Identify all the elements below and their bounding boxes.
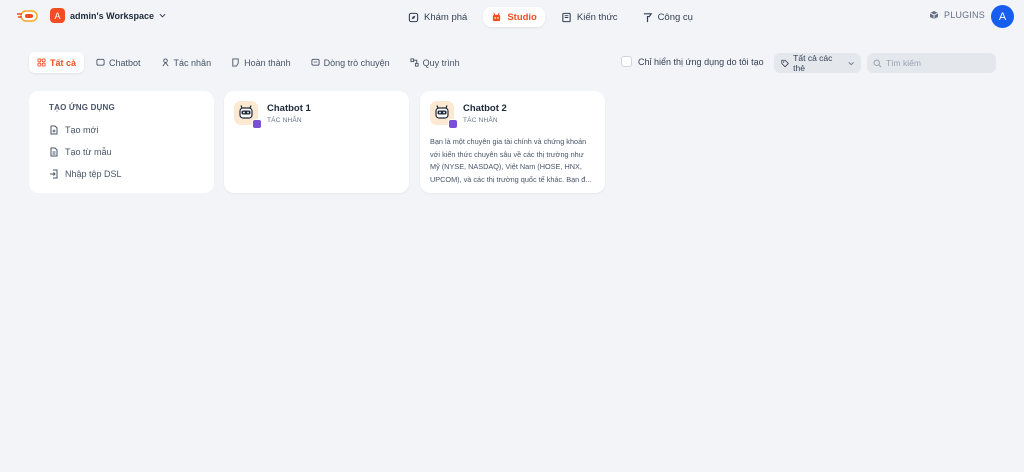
tag-filter-dropdown[interactable]: Tất cả các thẻ [774,53,861,73]
create-blank-button[interactable]: Tạo mới [49,119,194,141]
only-mine-filter[interactable]: Chỉ hiển thị ứng dụng do tôi tạo [621,56,764,67]
create-from-template-label: Tạo từ mẫu [65,147,112,157]
workspace-name: admin's Workspace [70,10,155,21]
tab-workflow-label: Quy trình [422,57,460,68]
main-nav: Khám phá Studio Kiến thức Công cụ [400,7,701,27]
nav-explore-label: Khám phá [424,11,468,23]
studio-icon [493,12,501,21]
top-header: A admin's Workspace Khám phá Studio Kiến… [0,0,1024,34]
nav-knowledge[interactable]: Kiến thức [553,7,626,27]
tab-chatbot-label: Chatbot [109,57,141,68]
only-mine-label: Chỉ hiển thị ứng dụng do tôi tạo [638,56,764,67]
chat-icon [96,58,105,66]
app-card-header: Chatbot 2 TÁC NHÂN [430,101,595,129]
cube-icon [929,11,939,19]
chevron-down-icon [159,13,166,18]
tab-chatflow[interactable]: Dòng trò chuyện [303,52,398,73]
tab-agent[interactable]: Tác nhân [153,52,220,73]
tag-filter-label: Tất cả các thẻ [793,53,833,73]
search-box[interactable] [867,53,996,73]
grid-icon [37,58,46,67]
app-card-header: Chatbot 1 TÁC NHÂN [234,101,399,129]
explore-icon [408,12,419,22]
search-icon [873,59,882,67]
app-description [234,136,399,199]
create-blank-label: Tạo mới [65,125,99,135]
nav-studio-label: Studio [507,11,537,23]
book-icon [562,12,571,22]
template-icon [50,147,58,157]
import-icon [50,169,58,179]
nav-tools[interactable]: Công cụ [634,7,701,27]
workflow-icon [410,58,419,67]
workspace-switcher[interactable]: A admin's Workspace [50,8,166,23]
create-from-template-button[interactable]: Tạo từ mẫu [49,141,194,163]
tools-icon [643,12,652,22]
nav-knowledge-label: Kiến thức [576,11,618,23]
tab-chatflow-label: Dòng trò chuyện [323,57,390,68]
agent-badge-icon [448,119,458,129]
app-logo-icon[interactable] [16,9,38,23]
agent-icon [161,58,169,67]
tab-all-label: Tất cả [50,57,77,68]
tab-agent-label: Tác nhân [173,57,212,68]
tab-completion[interactable]: Hoàn thành [223,52,299,73]
app-icon [430,101,458,129]
import-dsl-label: Nhập tệp DSL [65,169,122,179]
tab-chatbot[interactable]: Chatbot [88,52,149,73]
app-type: TÁC NHÂN [463,117,498,124]
nav-explore[interactable]: Khám phá [400,7,475,27]
tab-workflow[interactable]: Quy trình [402,52,468,73]
app-card[interactable]: Chatbot 2 TÁC NHÂN Bạn là một chuyên gia… [420,91,605,193]
search-input[interactable] [886,58,986,68]
create-app-card: TẠO ỨNG DỤNG Tạo mới Tạo từ mẫu Nhập tệp… [29,91,214,193]
nav-studio[interactable]: Studio [483,7,545,27]
import-dsl-button[interactable]: Nhập tệp DSL [49,163,194,185]
tab-all[interactable]: Tất cả [29,52,85,73]
only-mine-checkbox[interactable] [621,56,632,67]
agent-badge-icon [252,119,262,129]
app-type: TÁC NHÂN [267,117,302,124]
plugins-link[interactable]: PLUGINS [929,10,985,20]
chevron-down-icon [848,61,854,65]
app-type-tabs: Tất cả Chatbot Tác nhân Hoàn thành Dòng … [29,52,468,73]
workspace-avatar: A [50,8,65,23]
chatflow-icon [311,58,320,66]
app-icon [234,101,262,129]
plugins-label: PLUGINS [944,10,985,20]
user-avatar[interactable]: A [991,5,1014,28]
app-card[interactable]: Chatbot 1 TÁC NHÂN [224,91,409,193]
tag-icon [781,59,789,67]
nav-tools-label: Công cụ [657,11,693,23]
new-file-icon [50,125,58,135]
completion-icon [232,58,239,67]
app-name: Chatbot 2 [463,103,507,114]
tab-completion-label: Hoàn thành [244,57,291,68]
app-name: Chatbot 1 [267,103,311,114]
create-app-title: TẠO ỨNG DỤNG [49,103,115,112]
app-description: Bạn là một chuyên gia tài chính và chứng… [430,137,592,184]
